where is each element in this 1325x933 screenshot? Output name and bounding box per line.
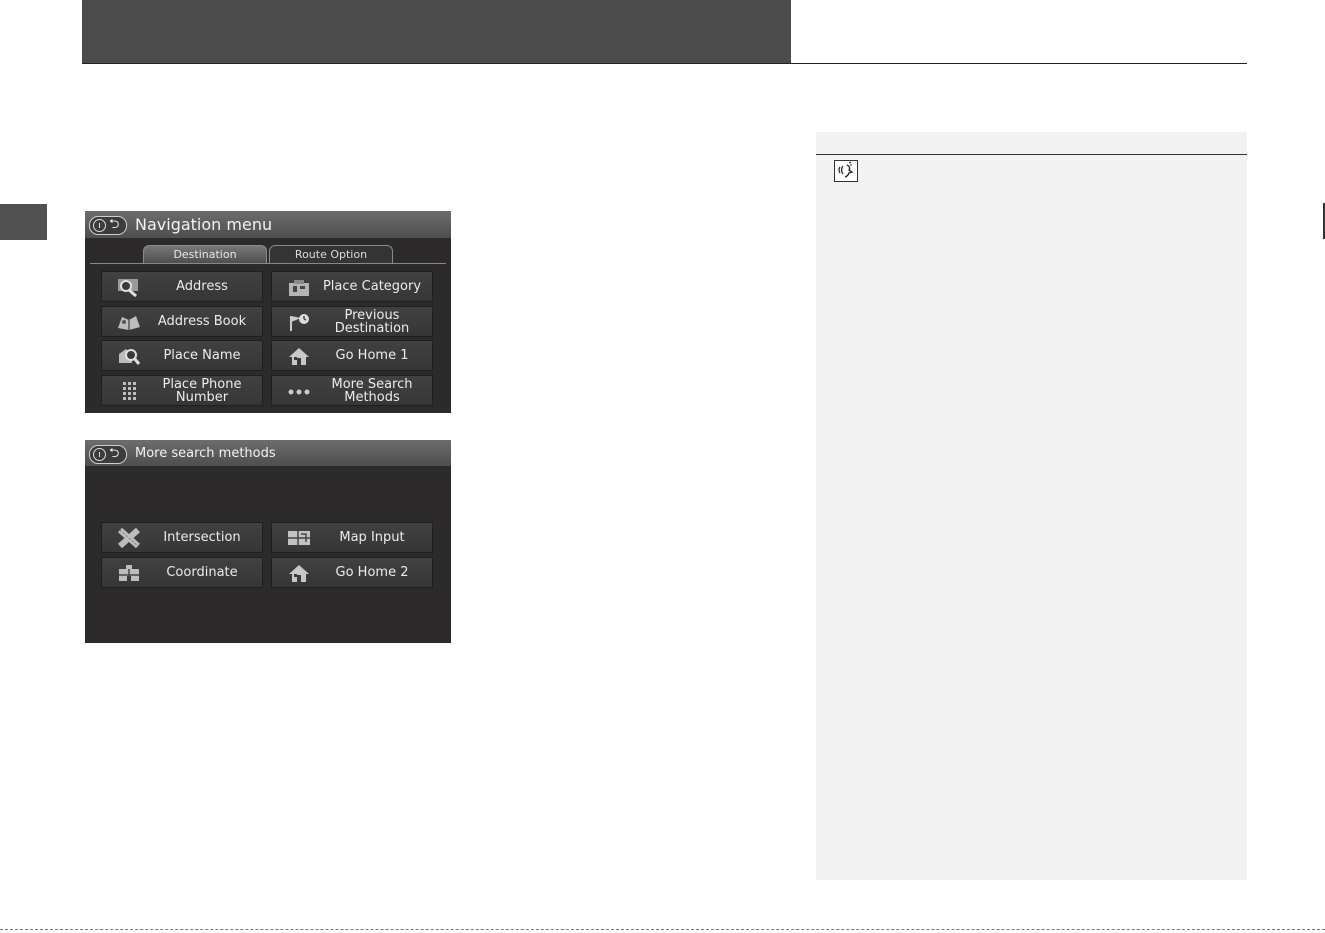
- tab-route-option[interactable]: Route Option: [269, 245, 393, 264]
- voice-command-icon: [834, 160, 858, 182]
- go-home-1-button[interactable]: Go Home 1: [271, 340, 433, 371]
- back-arrow-icon: ⮌: [109, 217, 120, 232]
- place-name-button[interactable]: Place Name: [101, 340, 263, 371]
- page-trim-line: [0, 929, 1325, 930]
- coordinate-icon: [116, 563, 142, 583]
- header-rule: [82, 63, 1247, 64]
- side-note-panel: [816, 132, 1247, 880]
- place-phone-number-button[interactable]: Place Phone Number: [101, 375, 263, 406]
- back-arrow-icon: ⮌: [109, 446, 120, 461]
- address-book-button[interactable]: Address Book: [101, 306, 263, 337]
- screen-title: More search methods: [135, 446, 276, 461]
- screen-titlebar: ⮌ Navigation menu: [85, 211, 451, 238]
- screen-titlebar: ⮌ More search methods: [85, 440, 451, 466]
- address-button[interactable]: Address: [101, 271, 263, 302]
- previous-destination-icon: [286, 312, 312, 332]
- intersection-icon: [116, 527, 142, 549]
- page-header-bar: [82, 0, 791, 63]
- tabs-divider: [90, 263, 446, 264]
- address-book-icon: [116, 312, 142, 332]
- side-panel-rule: [816, 154, 1247, 155]
- keypad-icon: [116, 381, 142, 401]
- navigation-menu-screen: ⮌ Navigation menu Destination Route Opti…: [85, 211, 451, 413]
- screen-title: Navigation menu: [135, 215, 273, 234]
- more-search-methods-screen: ⮌ More search methods Intersection Map I…: [85, 440, 451, 643]
- coordinate-button[interactable]: Coordinate: [101, 557, 263, 588]
- button-label: Intersection: [163, 530, 241, 545]
- button-label: Go Home 2: [335, 565, 409, 580]
- category-icon: [286, 277, 312, 297]
- map-icon: [286, 528, 312, 548]
- power-icon: [93, 448, 106, 461]
- chapter-tab: [0, 204, 47, 240]
- button-label: Previous Destination: [334, 307, 410, 336]
- button-label: Address: [176, 279, 228, 294]
- magnifier-icon: [116, 277, 142, 298]
- more-search-methods-button[interactable]: More Search Methods: [271, 375, 433, 406]
- place-category-button[interactable]: Place Category: [271, 271, 433, 302]
- place-name-icon: [116, 346, 142, 366]
- button-label: Place Category: [322, 279, 422, 294]
- previous-destination-button[interactable]: Previous Destination: [271, 306, 433, 337]
- power-icon: [93, 219, 106, 232]
- back-button[interactable]: ⮌: [89, 445, 127, 464]
- button-label: Address Book: [157, 314, 247, 329]
- button-label: More Search Methods: [331, 376, 413, 405]
- button-label: Map Input: [339, 530, 405, 545]
- more-icon: [286, 381, 312, 401]
- home-icon: [286, 563, 312, 583]
- intersection-button[interactable]: Intersection: [101, 522, 263, 553]
- button-label: Place Phone Number: [162, 376, 242, 405]
- button-label: Go Home 1: [335, 348, 409, 363]
- tab-destination[interactable]: Destination: [143, 245, 267, 264]
- home-icon: [286, 346, 312, 366]
- map-input-button[interactable]: Map Input: [271, 522, 433, 553]
- button-label: Coordinate: [166, 565, 238, 580]
- button-label: Place Name: [163, 348, 241, 363]
- back-button[interactable]: ⮌: [89, 216, 127, 235]
- go-home-2-button[interactable]: Go Home 2: [271, 557, 433, 588]
